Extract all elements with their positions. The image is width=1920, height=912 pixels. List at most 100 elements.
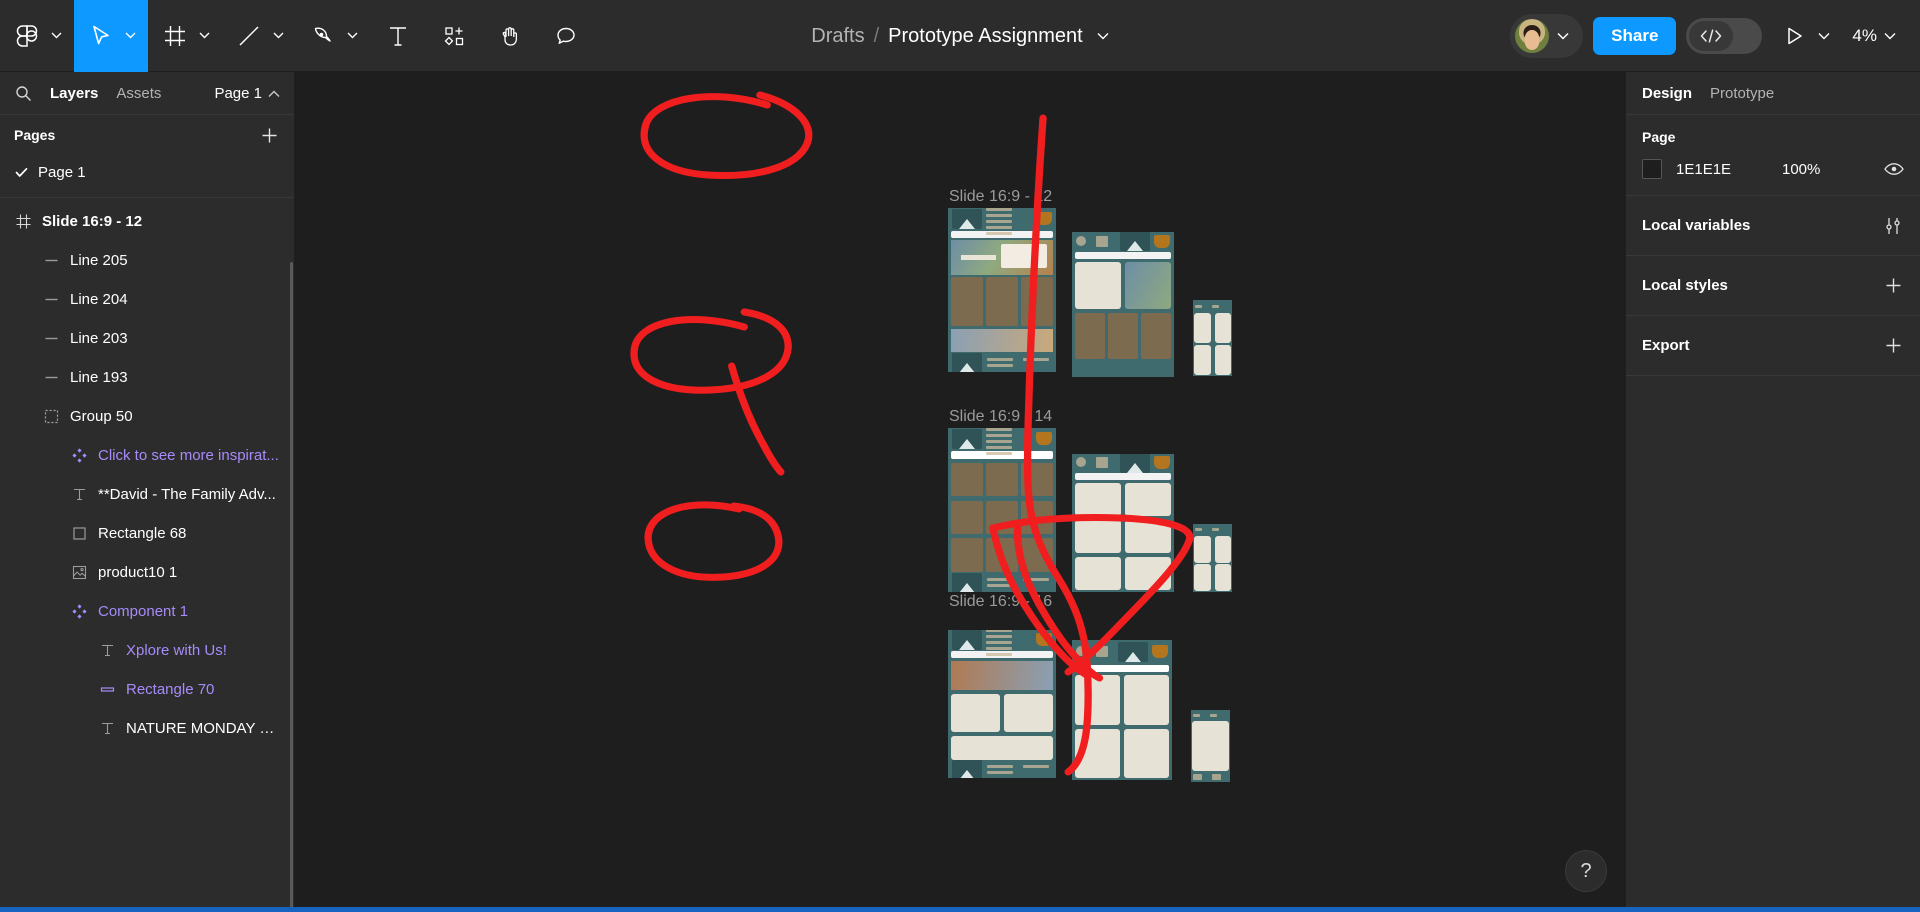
add-page-button[interactable]: [258, 124, 280, 146]
fill-hex-value[interactable]: 1E1E1E: [1676, 161, 1768, 178]
color-swatch[interactable]: [1642, 159, 1662, 179]
move-tool-button[interactable]: [74, 0, 148, 72]
local-variables-row[interactable]: Local variables: [1626, 196, 1920, 256]
local-styles-label: Local styles: [1642, 277, 1728, 294]
layer-row[interactable]: Line 205: [0, 241, 294, 280]
text-icon: [98, 642, 116, 660]
rectangle-icon: [70, 525, 88, 543]
layer-row[interactable]: Line 204: [0, 280, 294, 319]
top-toolbar: Drafts / Prototype Assignment Share 4%: [0, 0, 1920, 72]
breadcrumb-title[interactable]: Prototype Assignment: [888, 25, 1083, 48]
comment-icon: [549, 19, 583, 53]
layer-row[interactable]: Rectangle 70: [0, 670, 294, 709]
slide-companion-16-a[interactable]: [1072, 640, 1172, 780]
eye-icon[interactable]: [1884, 159, 1904, 179]
layers-tree[interactable]: Slide 16:9 - 12 Line 205 Line 204 Line 203 L…: [0, 198, 294, 912]
hand-tool-button[interactable]: [482, 0, 538, 72]
collaborators-button[interactable]: [1510, 13, 1584, 58]
layer-row[interactable]: product10 1: [0, 553, 294, 592]
frame-tool-button[interactable]: [148, 0, 222, 72]
left-sidebar: Layers Assets Page 1 Pages Page 1 Slide …: [0, 72, 295, 912]
bottom-status-bar: [0, 907, 1920, 912]
breadcrumb[interactable]: Drafts / Prototype Assignment: [811, 25, 1109, 48]
ellipse-annotation-slide-12: [640, 91, 813, 179]
local-styles-row[interactable]: Local styles: [1626, 256, 1920, 316]
cursor-arrow-icon: [84, 19, 118, 53]
slide-companion-14-a[interactable]: [1072, 454, 1174, 592]
help-button[interactable]: ?: [1565, 850, 1607, 892]
dev-mode-toggle[interactable]: [1686, 17, 1763, 54]
search-icon[interactable]: [14, 84, 32, 102]
line-icon: [42, 291, 60, 309]
page-section-title: Page: [1642, 129, 1676, 145]
ellipse-annotation-slide-16: [644, 501, 783, 581]
line-icon: [42, 252, 60, 270]
share-button[interactable]: Share: [1593, 16, 1677, 55]
comment-tool-button[interactable]: [538, 0, 594, 72]
layer-row[interactable]: Slide 16:9 - 12: [0, 202, 294, 241]
page-item-page-1[interactable]: Page 1: [0, 155, 294, 189]
pen-icon: [306, 19, 340, 53]
slide-thumbnail-14[interactable]: [948, 428, 1056, 592]
workspace: Layers Assets Page 1 Pages Page 1 Slide …: [0, 72, 1920, 912]
page-selector[interactable]: Page 1: [214, 85, 280, 102]
variables-sliders-icon[interactable]: [1882, 215, 1904, 237]
layer-label: Line 193: [70, 369, 128, 386]
chevron-down-icon[interactable]: [1816, 28, 1832, 44]
slide-thumbnail-12[interactable]: [948, 208, 1056, 372]
text-tool-button[interactable]: [370, 0, 426, 72]
tab-design[interactable]: Design: [1642, 85, 1692, 102]
canvas-area[interactable]: Slide 16:9 - 12 Slide 16:9 - 14 Slide 16…: [295, 72, 1625, 912]
code-brackets-icon: [1689, 20, 1734, 51]
export-row[interactable]: Export: [1626, 316, 1920, 376]
layer-label: Slide 16:9 - 12: [42, 213, 143, 230]
layer-row[interactable]: **David - The Family Adv...: [0, 475, 294, 514]
frame-label-slide-16[interactable]: Slide 16:9 - 16: [949, 593, 1052, 611]
toolbar-right: Share 4%: [1510, 13, 1920, 58]
layer-row[interactable]: Xplore with Us!: [0, 631, 294, 670]
tab-assets[interactable]: Assets: [116, 85, 161, 102]
actions-tool-button[interactable]: [426, 0, 482, 72]
plus-icon[interactable]: [1882, 335, 1904, 357]
slide-thumbnail-16[interactable]: [948, 630, 1056, 778]
figma-logo-icon: [10, 19, 44, 53]
slide-companion-16-b[interactable]: [1191, 710, 1230, 782]
figma-menu-button[interactable]: [0, 0, 74, 72]
slide-companion-12-b[interactable]: [1193, 300, 1232, 376]
plus-icon[interactable]: [1882, 275, 1904, 297]
layer-label: Click to see more inspirat...: [98, 447, 279, 464]
chevron-down-icon: [196, 28, 212, 44]
shape-tool-button[interactable]: [222, 0, 296, 72]
layer-row[interactable]: Line 193: [0, 358, 294, 397]
fill-opacity-value[interactable]: 100%: [1782, 161, 1820, 178]
chevron-down-icon[interactable]: [1097, 32, 1109, 40]
present-button[interactable]: [1772, 19, 1838, 53]
layers-scrollbar[interactable]: [290, 262, 293, 912]
layer-label: Rectangle 68: [98, 525, 187, 542]
layer-row[interactable]: Rectangle 68: [0, 514, 294, 553]
slide-companion-14-b[interactable]: [1193, 524, 1232, 592]
right-sidebar-tabs: Design Prototype: [1626, 72, 1920, 115]
zoom-control[interactable]: 4%: [1848, 26, 1902, 46]
layer-row[interactable]: Click to see more inspirat...: [0, 436, 294, 475]
layer-row[interactable]: Group 50: [0, 397, 294, 436]
chevron-down-icon[interactable]: [1882, 28, 1898, 44]
page-properties-section: Page 1E1E1E 100%: [1626, 115, 1920, 196]
breadcrumb-parent[interactable]: Drafts: [811, 25, 864, 48]
frame-label-slide-12[interactable]: Slide 16:9 - 12: [949, 188, 1052, 206]
layer-row[interactable]: NATURE MONDAY SALE!: [0, 709, 294, 748]
play-icon: [1778, 19, 1812, 53]
layer-row[interactable]: Component 1: [0, 592, 294, 631]
layer-label: Xplore with Us!: [126, 642, 227, 659]
tab-layers[interactable]: Layers: [50, 85, 98, 102]
chevron-down-icon[interactable]: [1555, 28, 1571, 44]
component-icon: [70, 603, 88, 621]
slide-companion-12-a[interactable]: [1072, 232, 1174, 377]
ellipse-annotation-slide-14: [630, 308, 792, 394]
tab-prototype[interactable]: Prototype: [1710, 85, 1774, 102]
layer-row[interactable]: Line 203: [0, 319, 294, 358]
frame-label-slide-14[interactable]: Slide 16:9 - 14: [949, 408, 1052, 426]
left-sidebar-tabs: Layers Assets Page 1: [0, 72, 294, 115]
pen-tool-button[interactable]: [296, 0, 370, 72]
group-icon: [42, 408, 60, 426]
